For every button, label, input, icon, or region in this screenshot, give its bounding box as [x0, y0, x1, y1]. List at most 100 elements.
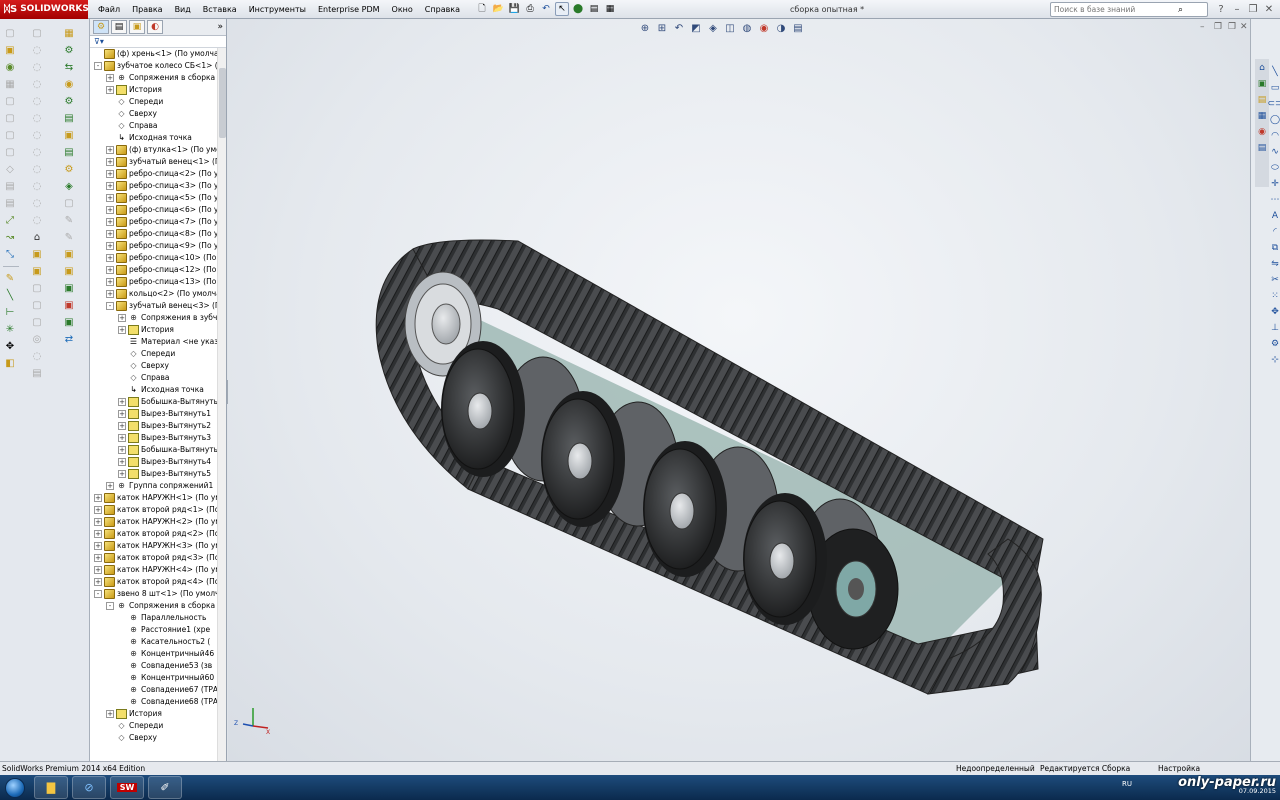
- explode-line-icon[interactable]: ↝: [3, 231, 17, 245]
- tp-relations-icon[interactable]: ⊥: [1268, 321, 1280, 335]
- expand-toggle-icon[interactable]: +: [94, 554, 102, 562]
- expand-toggle-icon[interactable]: +: [118, 398, 126, 406]
- tree-row[interactable]: ↳ Исходная точка: [90, 132, 226, 144]
- expand-toggle-icon[interactable]: +: [118, 326, 126, 334]
- tp-rectangle-icon[interactable]: ▭: [1268, 81, 1280, 95]
- tree-row[interactable]: + Вырез-Вытянуть1: [90, 408, 226, 420]
- tree-row[interactable]: ⊕ Концентричный60 (: [90, 672, 226, 684]
- tree-row[interactable]: ⊕ Совпадение53 (зв: [90, 660, 226, 672]
- hole-alignment-icon[interactable]: ◌: [30, 129, 44, 143]
- section-properties-icon[interactable]: ◌: [30, 180, 44, 194]
- graphics-area[interactable]: ⊕ ⊞ ↶ ◩ ◈ ◫ ◍ ◉ ◑ ▤ – ❐ ❐ ✕ Z X: [228, 19, 1250, 761]
- tp-move-icon[interactable]: ✥: [1268, 305, 1280, 319]
- tp-arc-icon[interactable]: ◠: [1268, 129, 1280, 143]
- new-part-icon[interactable]: ▢: [3, 27, 17, 41]
- tree-row[interactable]: + ребро-спица<3> (По ум: [90, 180, 226, 192]
- tree-row[interactable]: ◇ Сверху: [90, 108, 226, 120]
- knowledge-base-search[interactable]: ⌕: [1050, 2, 1208, 17]
- solidworks-logo[interactable]: ᛞS SOLIDWORKS: [0, 0, 89, 19]
- display-manager-tab-icon[interactable]: ◐: [147, 20, 163, 34]
- tree-row[interactable]: + ребро-спица<7> (По ум: [90, 216, 226, 228]
- menu-edit[interactable]: Правка: [126, 0, 168, 19]
- point-icon[interactable]: ✳: [3, 323, 17, 337]
- assembly-features-icon[interactable]: ▢: [3, 146, 17, 160]
- line-icon[interactable]: ╲: [3, 289, 17, 303]
- tree-row[interactable]: + ребро-спица<10> (По у: [90, 252, 226, 264]
- dimension-icon[interactable]: ⊢: [3, 306, 17, 320]
- tree-row[interactable]: ⊕ Совпадение67 (ТРА: [90, 684, 226, 696]
- expand-toggle-icon[interactable]: +: [94, 494, 102, 502]
- expand-toggle-icon[interactable]: +: [106, 74, 114, 82]
- help-icon[interactable]: ?: [1214, 0, 1228, 19]
- expand-toggle-icon[interactable]: +: [94, 518, 102, 526]
- tp-mirror-icon[interactable]: ⇋: [1268, 257, 1280, 271]
- tree-row[interactable]: + История: [90, 708, 226, 720]
- decal-icon[interactable]: ▢: [30, 299, 44, 313]
- design-checker-icon[interactable]: ⚙: [62, 163, 76, 177]
- move-icon[interactable]: ✥: [3, 340, 17, 354]
- draftsight-icon[interactable]: ▢: [62, 197, 76, 211]
- expand-toggle-icon[interactable]: +: [106, 218, 114, 226]
- clearance-icon[interactable]: ◌: [30, 112, 44, 126]
- tree-row[interactable]: ◇ Справа: [90, 120, 226, 132]
- inspection-icon[interactable]: ✎: [62, 214, 76, 228]
- tp-text-icon[interactable]: A: [1268, 209, 1280, 223]
- expand-toggle-icon[interactable]: +: [106, 290, 114, 298]
- camera-icon[interactable]: ⌂: [30, 231, 44, 245]
- expand-toggle-icon[interactable]: +: [106, 266, 114, 274]
- render-icon[interactable]: ◎: [30, 333, 44, 347]
- tp-line-icon[interactable]: ╲: [1268, 65, 1280, 79]
- expand-toggle-icon[interactable]: +: [106, 710, 114, 718]
- sketch-icon[interactable]: ✎: [3, 272, 17, 286]
- funnel-icon[interactable]: ⊽▾: [94, 37, 104, 46]
- expand-toggle-icon[interactable]: +: [94, 542, 102, 550]
- expand-toggle-icon[interactable]: -: [94, 590, 102, 598]
- tree-row[interactable]: + кольцо<2> (По умолча: [90, 288, 226, 300]
- tp-quick-snaps-icon[interactable]: ⊹: [1268, 353, 1280, 367]
- bill-of-materials-icon[interactable]: ▤: [3, 197, 17, 211]
- schedule-icon[interactable]: ▤: [30, 367, 44, 381]
- exploded-view-icon[interactable]: ⤢: [3, 214, 17, 228]
- tree-row[interactable]: + каток второй ряд<4> (По у: [90, 576, 226, 588]
- track-assembly-model[interactable]: [228, 19, 1250, 761]
- photoview-icon[interactable]: ◉: [62, 78, 76, 92]
- search-icon[interactable]: ⌕: [1178, 5, 1183, 15]
- tree-row[interactable]: + ребро-спица<12> (По у: [90, 264, 226, 276]
- tree-row[interactable]: ◇ Спереди: [90, 96, 226, 108]
- feature-tree-tab-icon[interactable]: ⚙: [93, 20, 109, 34]
- expand-toggle-icon[interactable]: +: [118, 434, 126, 442]
- tree-row[interactable]: ◇ Сверху: [90, 732, 226, 744]
- tree-row[interactable]: + ребро-спица<2> (По ум: [90, 168, 226, 180]
- tree-row[interactable]: ⊕ Параллельность: [90, 612, 226, 624]
- mass-properties-icon[interactable]: ◌: [30, 163, 44, 177]
- tree-row[interactable]: ☰ Материал <не указа: [90, 336, 226, 348]
- toolbox-icon[interactable]: ▦: [62, 27, 76, 41]
- smart-fasteners-icon[interactable]: ▢: [3, 95, 17, 109]
- tp-pattern-icon[interactable]: ⁙: [1268, 289, 1280, 303]
- change-transparency-icon[interactable]: ◌: [30, 61, 44, 75]
- tp-centerline-icon[interactable]: ⋯: [1268, 193, 1280, 207]
- design-library-icon[interactable]: ▣: [62, 316, 76, 330]
- minimize-icon[interactable]: –: [1230, 0, 1244, 19]
- menu-file[interactable]: Файл: [92, 0, 126, 19]
- tree-row[interactable]: ↳ Исходная точка: [90, 384, 226, 396]
- expand-toggle-icon[interactable]: +: [118, 470, 126, 478]
- measure-icon[interactable]: ◌: [30, 146, 44, 160]
- tree-scrollbar[interactable]: [217, 48, 226, 761]
- select-icon[interactable]: ↖: [555, 2, 570, 16]
- open-doc-icon[interactable]: 📂: [491, 2, 505, 16]
- close-icon[interactable]: ✕: [1262, 0, 1276, 19]
- tree-row[interactable]: + каток второй ряд<3> (По у: [90, 552, 226, 564]
- scanto3d-icon[interactable]: ▣: [62, 265, 76, 279]
- tree-row[interactable]: + История: [90, 84, 226, 96]
- routing-icon[interactable]: ⚙: [62, 44, 76, 58]
- sustainability-icon[interactable]: ◈: [62, 180, 76, 194]
- new-motion-study-icon[interactable]: ▤: [3, 180, 17, 194]
- costing-icon[interactable]: ▤: [62, 146, 76, 160]
- tree-row[interactable]: + каток НАРУЖН<4> (По ум: [90, 564, 226, 576]
- expand-toggle-icon[interactable]: +: [106, 86, 114, 94]
- tree-row[interactable]: + зубчатый венец<1> (По: [90, 156, 226, 168]
- tree-row[interactable]: + Бобышка-Вытянуть: [90, 444, 226, 456]
- tree-row[interactable]: + ребро-спица<13> (По у: [90, 276, 226, 288]
- tree-row[interactable]: + каток НАРУЖН<2> (По ум: [90, 516, 226, 528]
